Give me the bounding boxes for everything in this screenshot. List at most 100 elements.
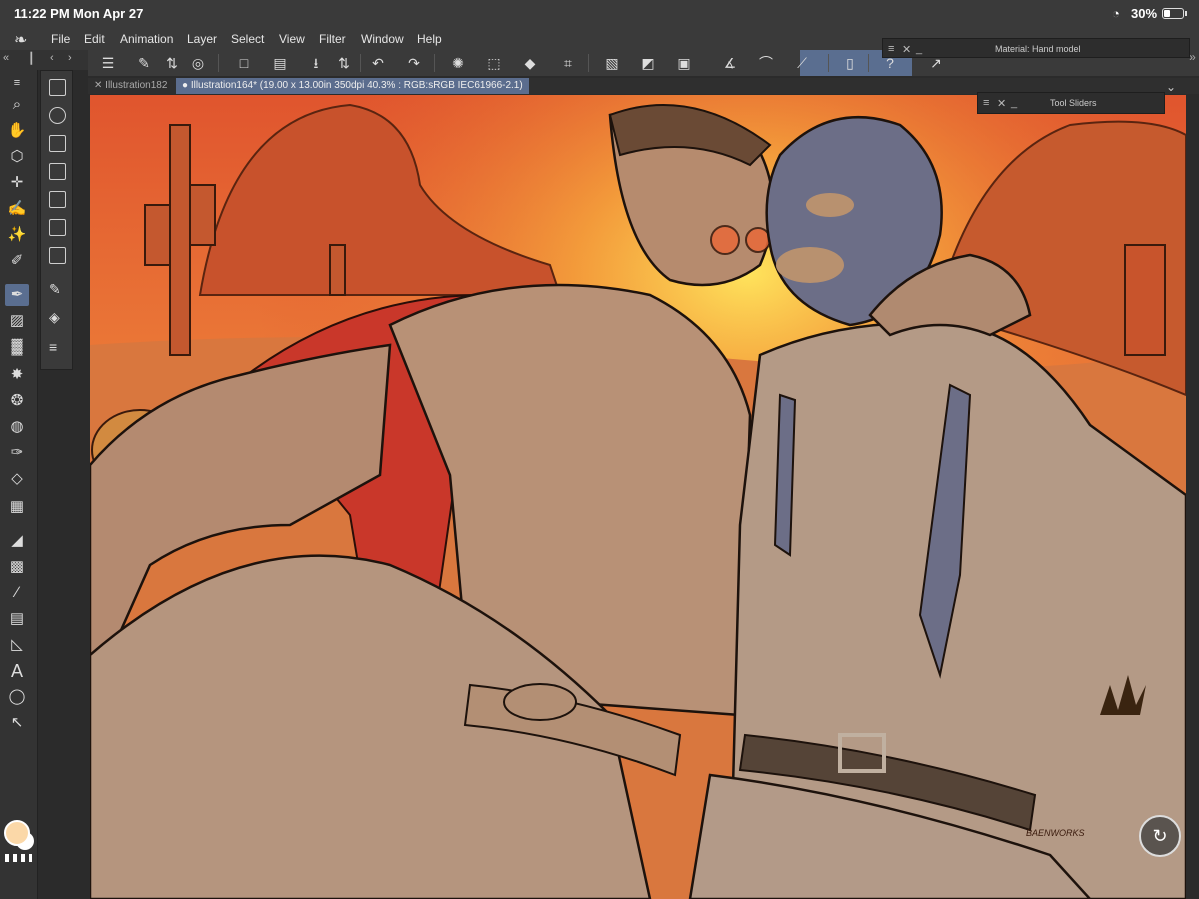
- loading-icon[interactable]: ✺: [448, 53, 468, 73]
- fill-icon[interactable]: ◆: [520, 53, 540, 73]
- subtool-icon-2[interactable]: [49, 107, 66, 124]
- brush-size-icon[interactable]: ✎: [49, 281, 66, 298]
- airbrush-icon[interactable]: ▓: [5, 336, 29, 358]
- frame-border-icon[interactable]: ▤: [5, 608, 29, 630]
- magic-wand-icon[interactable]: ✨: [5, 224, 29, 246]
- text-icon[interactable]: A: [5, 660, 29, 682]
- new-canvas-icon[interactable]: □: [234, 53, 254, 73]
- canvas[interactable]: BAENWORKS: [90, 95, 1186, 899]
- figure-icon[interactable]: ∕: [5, 582, 29, 604]
- balloon-icon[interactable]: ◯: [5, 686, 29, 708]
- clear-icon[interactable]: ▧: [602, 53, 622, 73]
- transform-icon[interactable]: ⌗: [558, 53, 578, 73]
- close-icon[interactable]: ✕: [997, 97, 1006, 110]
- collapse-left-icon[interactable]: «: [3, 52, 9, 64]
- close-icon[interactable]: ✕: [902, 43, 911, 56]
- transparent-color-swatch[interactable]: [5, 854, 32, 862]
- material-panel-header[interactable]: ≡ ✕ _ Material: Hand model: [882, 38, 1190, 58]
- subtool-icon-3[interactable]: [49, 135, 66, 152]
- battery-icon: [1162, 8, 1184, 19]
- sub-tool-palette: ✎ ◈ ≡: [40, 70, 73, 370]
- menu-select[interactable]: Select: [231, 32, 264, 46]
- redo-icon[interactable]: ↷: [404, 53, 424, 73]
- subtool-icon-7[interactable]: [49, 247, 66, 264]
- collapse-left-icon-2[interactable]: ‹: [50, 52, 54, 64]
- tab-illustration164[interactable]: ● Illustration164* (19.00 x 13.00in 350d…: [176, 78, 529, 94]
- minimize-icon[interactable]: _: [1011, 97, 1017, 109]
- menu-animation[interactable]: Animation: [120, 32, 173, 46]
- pen-icon[interactable]: ✒: [5, 284, 29, 306]
- sliders-icon[interactable]: ≡: [49, 339, 66, 356]
- ruler-icon[interactable]: ◺: [5, 634, 29, 656]
- palette-dock-header: « ┃ ‹ ›: [0, 50, 88, 70]
- tab-illustration182[interactable]: ✕ Illustration182: [88, 78, 173, 94]
- battery-percent: 30%: [1131, 6, 1158, 21]
- ruler-snap-icon[interactable]: ∡: [720, 53, 740, 73]
- open-folder-icon[interactable]: ▤: [270, 53, 290, 73]
- menu-filter[interactable]: Filter: [319, 32, 346, 46]
- fill-bucket-icon[interactable]: ◢: [5, 530, 29, 552]
- menu-window[interactable]: Window: [361, 32, 404, 46]
- curve-snap-icon[interactable]: ⌒: [756, 53, 776, 73]
- ribbon-icon[interactable]: ❂: [5, 390, 29, 412]
- stepper-icon[interactable]: ⇅: [334, 53, 354, 73]
- undo-icon[interactable]: ↶: [368, 53, 388, 73]
- tab-label: Illustration164* (19.00 x 13.00in 350dpi…: [190, 80, 523, 91]
- minimize-icon[interactable]: _: [916, 43, 922, 55]
- rotate-icon[interactable]: ⬡: [5, 146, 29, 168]
- chevron-down-icon[interactable]: ⌄: [1166, 80, 1184, 94]
- hamburger-menu-icon[interactable]: ☰: [98, 53, 118, 73]
- menu-view[interactable]: View: [279, 32, 305, 46]
- tab-label: Illustration182: [105, 80, 168, 91]
- eraser-icon[interactable]: ▨: [5, 310, 29, 332]
- eyedropper-icon[interactable]: ✐: [5, 250, 29, 272]
- gradient-tool-icon[interactable]: ▩: [5, 556, 29, 578]
- app-logo-icon[interactable]: ❧: [14, 30, 27, 50]
- hand-icon[interactable]: ✋: [5, 120, 29, 142]
- wifi-icon: ◔: [1112, 6, 1120, 21]
- main-color-swatch[interactable]: [4, 820, 30, 846]
- artwork: [90, 95, 1186, 899]
- clock: 11:22 PM: [14, 6, 70, 21]
- artist-signature: BAENWORKS: [1026, 828, 1085, 838]
- palette-menu-icon[interactable]: ≡: [5, 72, 29, 94]
- blend-icon[interactable]: ◍: [5, 416, 29, 438]
- link-pointer-icon[interactable]: ↖: [5, 712, 29, 734]
- vector-pen-icon[interactable]: ✑: [5, 442, 29, 464]
- toggle-arrows-icon[interactable]: ⇅: [162, 53, 182, 73]
- subtool-icon-4[interactable]: [49, 163, 66, 180]
- frame-icon[interactable]: ▣: [674, 53, 694, 73]
- decoration-icon[interactable]: ✸: [5, 364, 29, 386]
- date: Mon Apr 27: [73, 6, 144, 21]
- selection-pen-icon[interactable]: ✍: [5, 198, 29, 220]
- expand-right-icon[interactable]: ›: [68, 52, 72, 64]
- tool-sliders-panel-header[interactable]: ≡ ✕ _ Tool Sliders: [977, 92, 1165, 114]
- zoom-icon[interactable]: ⌕: [5, 94, 29, 116]
- select-area-icon[interactable]: ⬚: [484, 53, 504, 73]
- menu-help[interactable]: Help: [417, 32, 442, 46]
- menu-edit[interactable]: Edit: [84, 32, 105, 46]
- device-icon[interactable]: ▯: [840, 53, 860, 73]
- save-icon[interactable]: ⭳: [306, 53, 326, 73]
- gradient-icon[interactable]: ◩: [638, 53, 658, 73]
- modified-dot-icon: ●: [182, 80, 189, 91]
- panel-title: Material: Hand model: [995, 44, 1081, 54]
- move-icon[interactable]: ✛: [5, 172, 29, 194]
- cycle-icon[interactable]: ◎: [188, 53, 208, 73]
- edit-tool-icon[interactable]: ✎: [134, 53, 154, 73]
- dock-grip-icon: ┃: [28, 53, 35, 65]
- line-snap-icon[interactable]: ⟋: [792, 53, 812, 73]
- subtool-icon-6[interactable]: [49, 219, 66, 236]
- menu-file[interactable]: File: [51, 32, 70, 46]
- close-tab-icon[interactable]: ✕: [94, 80, 102, 91]
- quick-access-rotate-icon[interactable]: ↻: [1139, 815, 1181, 857]
- subtool-icon-1[interactable]: [49, 79, 66, 96]
- menu-layer[interactable]: Layer: [187, 32, 217, 46]
- grid-icon[interactable]: ▦: [5, 496, 29, 518]
- battery-tip: [1185, 11, 1187, 16]
- panel-title: Tool Sliders: [1050, 98, 1097, 108]
- layers-icon[interactable]: ◈: [49, 309, 66, 326]
- ios-status-bar: 11:22 PM Mon Apr 27 ◔ 30%: [0, 0, 1199, 28]
- subtool-icon-5[interactable]: [49, 191, 66, 208]
- vector-eraser-icon[interactable]: ◇: [5, 468, 29, 490]
